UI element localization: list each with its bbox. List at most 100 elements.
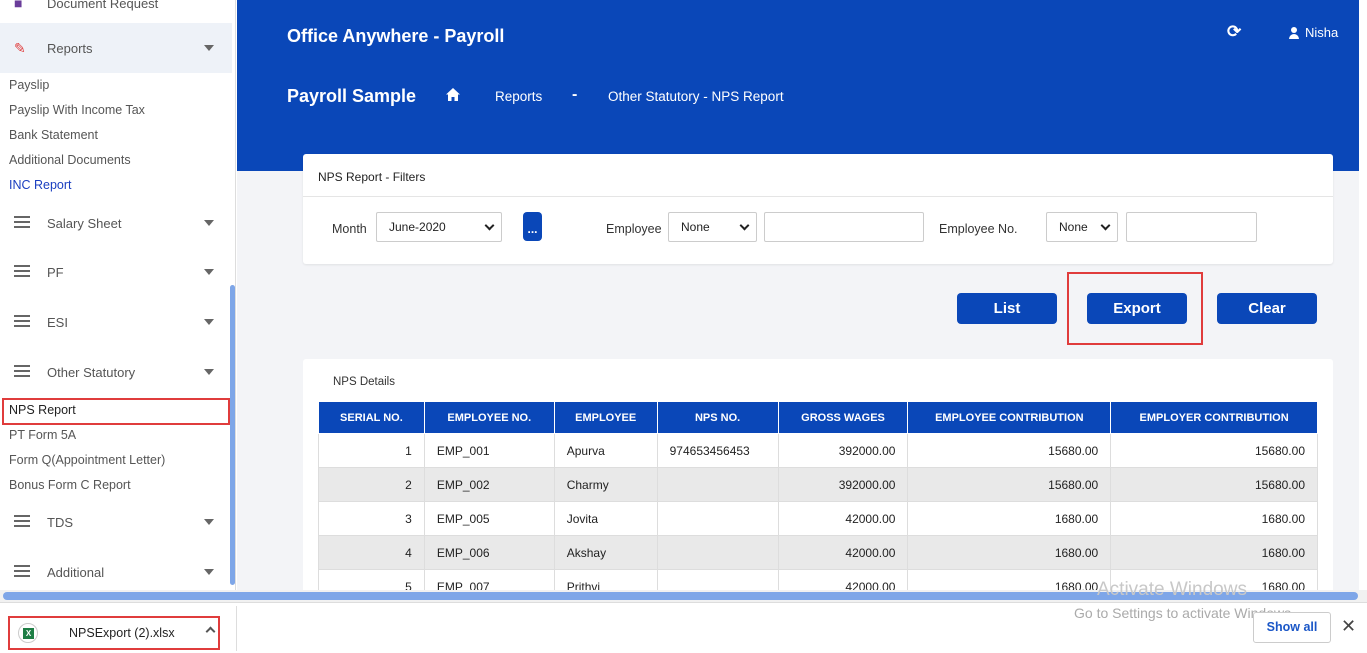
table-cell	[656, 569, 779, 590]
table-cell: 392000.00	[777, 433, 909, 468]
user-icon	[1289, 26, 1299, 39]
filters-title: NPS Report - Filters	[318, 170, 426, 184]
user-menu[interactable]: Nisha	[1289, 25, 1338, 40]
sidebar-subitem-additional-documents[interactable]: Additional Documents	[9, 153, 131, 167]
download-file-name: NPSExport (2).xlsx	[69, 626, 175, 640]
employee-no-select[interactable]: None	[1046, 212, 1118, 242]
table-cell: 4	[318, 535, 425, 570]
chevron-up-icon[interactable]	[205, 626, 216, 637]
list-icon	[14, 364, 36, 380]
employee-select-value: None	[681, 220, 710, 234]
month-label: Month	[332, 222, 367, 236]
chevron-down-icon	[204, 45, 214, 51]
table-row[interactable]: 2 EMP_002 Charmy 392000.00 15680.00 1568…	[318, 467, 1318, 502]
column-header: NPS NO.	[656, 401, 779, 434]
breadcrumb-reports[interactable]: Reports	[495, 89, 542, 104]
nps-details-card: NPS Details SERIAL NO. EMPLOYEE NO. EMPL…	[303, 359, 1333, 590]
chevron-down-icon	[204, 369, 214, 375]
sidebar-item-esi[interactable]: ESI	[0, 297, 232, 347]
sidebar-item-label: TDS	[47, 514, 73, 530]
table-cell: 15680.00	[907, 467, 1112, 502]
table-cell: 1680.00	[907, 569, 1112, 590]
close-icon[interactable]: ✕	[1341, 616, 1356, 637]
app-title: Office Anywhere - Payroll	[287, 26, 505, 46]
list-icon	[14, 514, 36, 530]
sidebar-subitem-inc-report[interactable]: INC Report	[9, 178, 72, 192]
table-cell: Prithvi	[553, 569, 658, 590]
table-cell: 1680.00	[907, 535, 1112, 570]
table-cell	[656, 501, 779, 536]
sidebar-subitem-bank-statement[interactable]: Bank Statement	[9, 128, 98, 142]
export-highlight	[1067, 272, 1203, 345]
sidebar-item-additional[interactable]: Additional	[0, 547, 232, 590]
employee-select[interactable]: None	[668, 212, 757, 242]
column-header: GROSS WAGES	[777, 401, 909, 434]
employee-search-input[interactable]	[764, 212, 924, 242]
show-all-button[interactable]: Show all	[1253, 612, 1331, 643]
column-header: EMPLOYER CONTRIBUTION	[1110, 401, 1318, 434]
chevron-down-icon	[739, 220, 750, 231]
sidebar-item-label: Document Request	[47, 0, 159, 11]
employee-no-label: Employee No.	[939, 222, 1018, 236]
sidebar-item-other-statutory[interactable]: Other Statutory	[0, 347, 232, 397]
table-cell: Akshay	[553, 535, 658, 570]
sidebar-subitem-pt-form[interactable]: PT Form 5A	[9, 428, 76, 442]
table-cell: 5	[318, 569, 425, 590]
list-icon	[14, 564, 36, 580]
table-row[interactable]: 3 EMP_005 Jovita 42000.00 1680.00 1680.0…	[318, 501, 1318, 536]
sidebar: ■ Document Request ✎ Reports Payslip Pay…	[0, 0, 236, 590]
breadcrumb-current: Other Statutory - NPS Report	[608, 89, 784, 104]
employee-no-input[interactable]	[1126, 212, 1257, 242]
table-cell: 15680.00	[907, 433, 1112, 468]
sidebar-subitem-payslip-income-tax[interactable]: Payslip With Income Tax	[9, 103, 145, 117]
sidebar-item-pf[interactable]: PF	[0, 247, 232, 297]
sidebar-item-reports[interactable]: ✎ Reports	[0, 23, 232, 73]
list-icon	[14, 215, 36, 231]
table-row[interactable]: 1 EMP_001 Apurva 974653456453 392000.00 …	[318, 433, 1318, 468]
table-row[interactable]: 4 EMP_006 Akshay 42000.00 1680.00 1680.0…	[318, 535, 1318, 570]
chevron-down-icon	[204, 269, 214, 275]
table-cell: EMP_001	[423, 433, 555, 468]
column-header: SERIAL NO.	[318, 401, 425, 434]
chevron-down-icon	[1100, 220, 1111, 231]
sidebar-subitem-payslip[interactable]: Payslip	[9, 78, 49, 92]
table-cell: EMP_007	[423, 569, 555, 590]
sidebar-item-label: PF	[47, 264, 64, 280]
sidebar-item-label: Additional	[47, 564, 105, 580]
divider	[236, 606, 237, 651]
sidebar-item-label: Other Statutory	[47, 364, 136, 380]
clear-button[interactable]: Clear	[1217, 293, 1317, 324]
table-cell: EMP_002	[423, 467, 555, 502]
column-header: EMPLOYEE	[553, 401, 658, 434]
header-banner: Office Anywhere - Payroll ⟳ Nisha Payrol…	[237, 0, 1359, 171]
sidebar-subitem-form-q[interactable]: Form Q(Appointment Letter)	[9, 453, 165, 467]
home-icon[interactable]	[446, 88, 460, 101]
table-cell	[656, 535, 779, 570]
activate-windows-watermark: Activate Windows	[1097, 579, 1247, 600]
sidebar-item-label: ESI	[47, 314, 68, 330]
chevron-down-icon	[204, 319, 214, 325]
table-cell: 392000.00	[777, 467, 909, 502]
table-cell: Jovita	[553, 501, 658, 536]
table-cell: EMP_006	[423, 535, 555, 570]
table-cell: 42000.00	[777, 535, 909, 570]
table-cell: 1680.00	[1110, 501, 1318, 536]
sidebar-item-label: Reports	[47, 40, 93, 56]
sidebar-scrollbar[interactable]	[230, 285, 235, 585]
list-button[interactable]: List	[957, 293, 1057, 324]
month-select[interactable]: June-2020	[376, 212, 502, 242]
month-select-value: June-2020	[389, 220, 446, 234]
table-cell: 3	[318, 501, 425, 536]
document-icon: ■	[14, 0, 23, 11]
refresh-icon[interactable]: ⟳	[1227, 22, 1241, 42]
download-item[interactable]: X NPSExport (2).xlsx	[8, 616, 220, 650]
sidebar-item-salary-sheet[interactable]: Salary Sheet	[0, 198, 232, 248]
employee-no-select-value: None	[1059, 220, 1088, 234]
details-title: NPS Details	[333, 376, 395, 388]
table-cell: 1680.00	[907, 501, 1112, 536]
more-options-button[interactable]: ...	[523, 212, 542, 241]
sidebar-subitem-bonus-form[interactable]: Bonus Form C Report	[9, 478, 131, 492]
sidebar-item-tds[interactable]: TDS	[0, 497, 232, 547]
table-cell: 42000.00	[777, 501, 909, 536]
table-cell: Charmy	[553, 467, 658, 502]
